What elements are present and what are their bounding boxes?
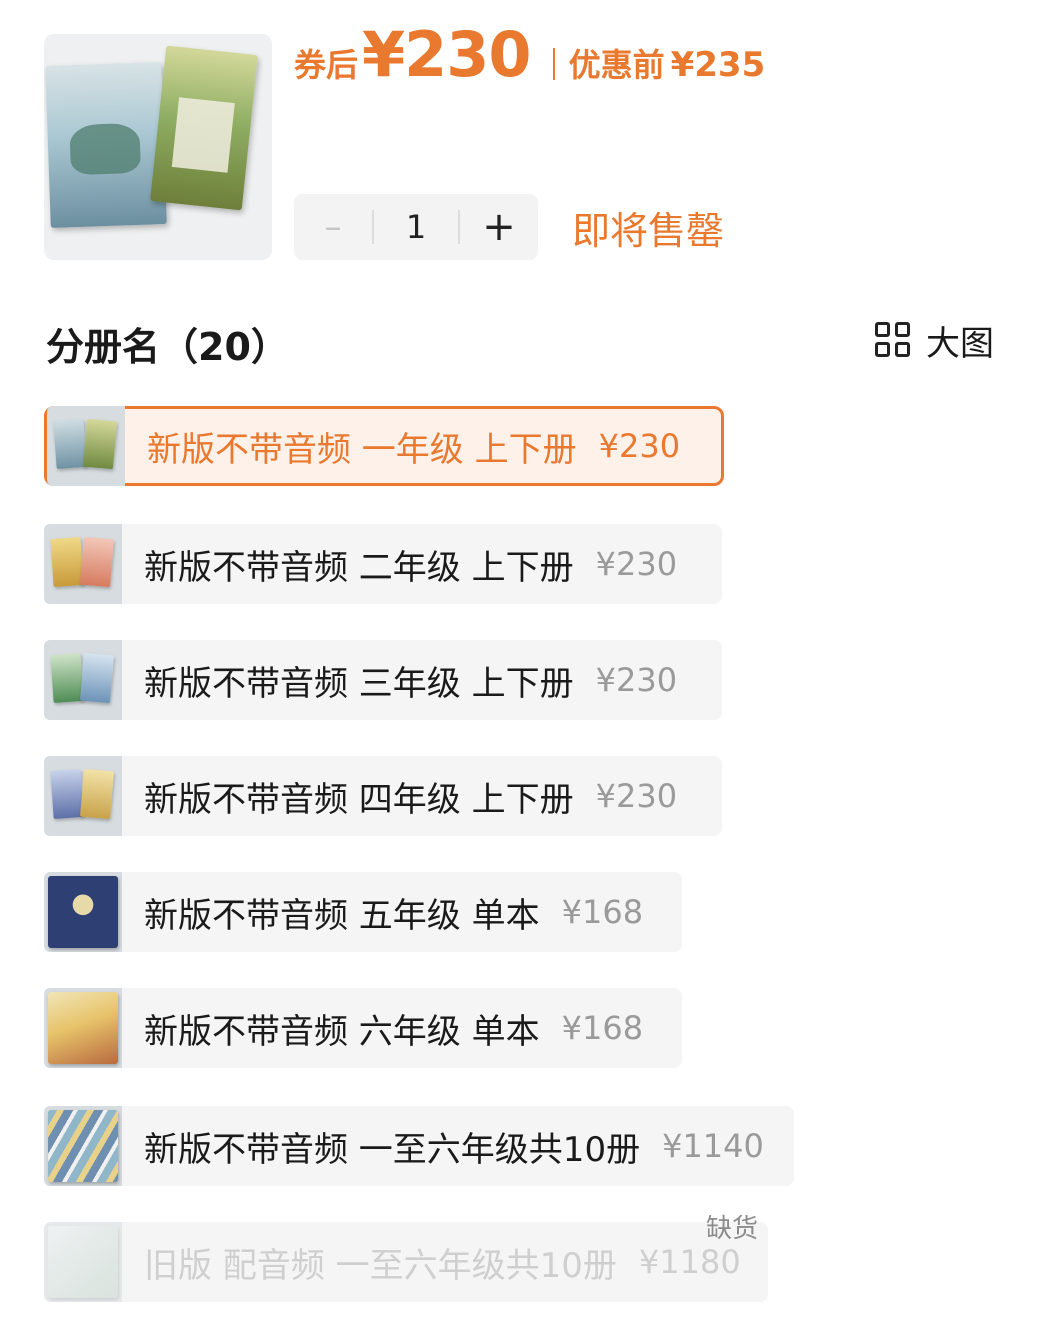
price-row: 券后 ¥230 优惠前 ¥235: [294, 18, 766, 91]
variant-option[interactable]: 新版不带音频 五年级 单本 ¥168: [44, 872, 682, 952]
variant-section-title: 分册名（20）: [46, 325, 289, 369]
variant-option[interactable]: 新版不带音频 六年级 单本 ¥168: [44, 988, 682, 1068]
variant-name: 新版不带音频 一至六年级共10册: [144, 1129, 641, 1170]
product-sku-panel: 券后 ¥230 优惠前 ¥235 – 1 + 即将售罄 分册名（20） 大图 新…: [0, 0, 1042, 1340]
book-cover-image: [150, 45, 258, 211]
variant-name: 新版不带音频 三年级 上下册: [144, 663, 574, 704]
large-image-label: 大图: [926, 323, 994, 364]
variant-name: 旧版 配音频 一至六年级共10册: [144, 1245, 617, 1286]
variant-thumbnail: [44, 872, 122, 952]
stock-status-text: 即将售罄: [572, 209, 725, 253]
variant-price: ¥1180: [638, 1243, 741, 1281]
sold-out-badge: 缺货: [706, 1214, 759, 1244]
variant-name: 新版不带音频 五年级 单本: [144, 895, 540, 936]
quantity-input[interactable]: 1: [374, 208, 458, 246]
variant-price: ¥230: [595, 545, 678, 583]
variant-thumbnail: [44, 988, 122, 1068]
variant-option[interactable]: 新版不带音频 三年级 上下册 ¥230: [44, 640, 722, 720]
product-image[interactable]: [44, 34, 272, 260]
variant-thumbnail: [44, 524, 122, 604]
original-price-value: ¥235: [670, 45, 766, 85]
variant-option-sold-out: 旧版 配音频 一至六年级共10册 ¥1180: [44, 1222, 768, 1302]
variant-option[interactable]: 新版不带音频 二年级 上下册 ¥230: [44, 524, 722, 604]
grid-icon: [874, 321, 912, 359]
variant-thumbnail: [44, 756, 122, 836]
variant-thumbnail: [44, 1222, 122, 1302]
quantity-stepper: – 1 +: [294, 194, 538, 260]
variant-name: 新版不带音频 一年级 上下册: [147, 429, 577, 470]
large-image-toggle[interactable]: 大图: [874, 318, 994, 364]
original-price-label: 优惠前: [568, 46, 665, 84]
variant-price: ¥168: [561, 1009, 644, 1047]
variant-name: 新版不带音频 六年级 单本: [144, 1011, 540, 1052]
price-divider: [552, 48, 555, 80]
variant-price: ¥1140: [662, 1127, 764, 1165]
variant-price: ¥230: [595, 777, 678, 815]
variant-thumbnail: [47, 406, 125, 486]
coupon-price-value: ¥230: [362, 18, 532, 91]
variant-price: ¥168: [561, 893, 644, 931]
increase-quantity-button[interactable]: +: [460, 204, 538, 250]
variant-option[interactable]: 新版不带音频 一至六年级共10册 ¥1140: [44, 1106, 794, 1186]
decrease-quantity-button[interactable]: –: [294, 207, 372, 247]
variant-option[interactable]: 新版不带音频 一年级 上下册 ¥230: [44, 406, 724, 486]
variant-thumbnail: [44, 1106, 122, 1186]
variant-price: ¥230: [598, 427, 681, 465]
variant-thumbnail: [44, 640, 122, 720]
variant-name: 新版不带音频 二年级 上下册: [144, 547, 574, 588]
variant-option[interactable]: 新版不带音频 四年级 上下册 ¥230: [44, 756, 722, 836]
coupon-price-label: 券后: [294, 46, 359, 84]
variant-name: 新版不带音频 四年级 上下册: [144, 779, 574, 820]
variant-price: ¥230: [595, 661, 678, 699]
book-cover-image: [45, 62, 167, 228]
